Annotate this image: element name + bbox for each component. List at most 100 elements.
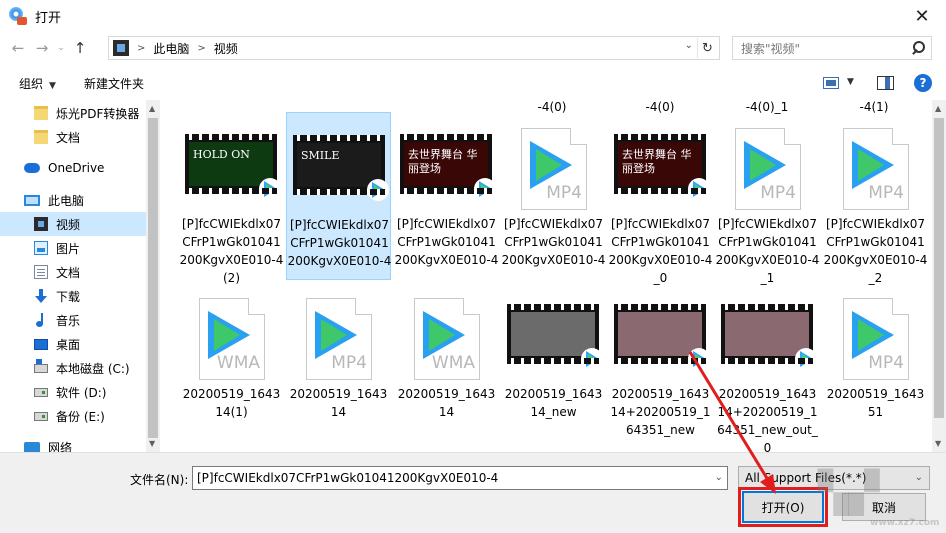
recent-dropdown-icon[interactable]: ⌄ [54, 36, 68, 60]
video-file-item[interactable]: 去世界舞台 华丽登场 [P]fcCWIEkdlx07CFrP1wGk0104120… [394, 112, 499, 280]
forward-arrow-icon[interactable]: → [30, 36, 54, 60]
breadcrumb-separator-icon[interactable]: > [197, 43, 205, 54]
organize-button[interactable]: 组织 ▼ [19, 75, 56, 92]
nav-item-onedrive[interactable]: OneDrive [0, 156, 146, 180]
nav-item-label: 桌面 [56, 337, 81, 352]
open-button[interactable]: 打开(O) [738, 487, 828, 527]
video-frame [725, 312, 809, 356]
scrollbar-thumb[interactable] [934, 118, 944, 418]
video-file-item[interactable]: 去世界舞台 华丽登场 [P]fcCWIEkdlx07CFrP1wGk0104120… [608, 112, 713, 285]
media-file-item[interactable]: MP4 20200519_164351 [823, 282, 928, 450]
nav-item-videos[interactable]: 视频 [0, 212, 146, 236]
file-thumbnail: MP4 [501, 112, 606, 212]
cancel-button[interactable]: 取消 [842, 493, 926, 521]
media-document-icon: WMA [199, 298, 265, 380]
file-name: 20200519_164314+20200519_164351_new_out_… [717, 387, 818, 452]
player-badge-icon [259, 178, 281, 200]
nav-item[interactable]: 烁光PDF转换器 [0, 101, 146, 125]
app-icon [9, 7, 27, 25]
video-file-item[interactable]: HOLD ON [P]fcCWIEkdlx07CFrP1wGk01041200Kg… [179, 112, 284, 285]
folder-icon [34, 106, 48, 120]
video-file-item[interactable]: 20200519_164314_new [501, 282, 606, 450]
scrollbar-thumb[interactable] [148, 118, 158, 438]
nav-item-drive-c[interactable]: 本地磁盘 (C:) [0, 356, 146, 380]
search-icon[interactable] [911, 41, 925, 55]
nav-item-drive-d[interactable]: 软件 (D:) [0, 380, 146, 404]
network-icon [24, 441, 40, 452]
nav-item-label: 本地磁盘 (C:) [56, 361, 130, 376]
filename-label: 文件名(N): [130, 473, 189, 487]
nav-item-downloads[interactable]: 下载 [0, 284, 146, 308]
view-mode-icon[interactable] [823, 77, 839, 89]
nav-item-label: 下载 [56, 289, 81, 304]
video-frame: HOLD ON [189, 142, 273, 186]
media-document-icon: MP4 [843, 128, 909, 210]
help-icon[interactable]: ? [914, 74, 932, 92]
folder-icon [34, 130, 48, 144]
file-name: [P]fcCWIEkdlx07CFrP1wGk01041200KgvX0E010… [608, 217, 713, 285]
file-extension-label: MP4 [760, 183, 796, 203]
media-document-icon: WMA [414, 298, 480, 380]
nav-item-this-pc[interactable]: 此电脑 [0, 188, 146, 212]
nav-item-documents[interactable]: 文档 [0, 260, 146, 284]
close-icon[interactable]: ✕ [912, 6, 932, 27]
video-frame [618, 312, 702, 356]
search-input[interactable]: 搜索"视频" [732, 36, 932, 60]
filmstrip-icon: HOLD ON [185, 134, 281, 200]
up-arrow-icon[interactable]: ↑ [68, 36, 92, 60]
chevron-down-icon[interactable]: ⌄ [915, 467, 923, 489]
back-arrow-icon[interactable]: ← [6, 36, 30, 60]
media-file-item[interactable]: MP4 [P]fcCWIEkdlx07CFrP1wGk01041200KgvX0E… [823, 112, 928, 285]
scroll-up-icon[interactable]: ▲ [149, 104, 155, 113]
refresh-icon[interactable]: ↻ [697, 38, 717, 58]
desktop-icon [34, 338, 48, 350]
nav-item[interactable]: 文档 [0, 125, 146, 149]
window-title: 打开 [35, 10, 62, 26]
file-thumbnail: MP4 [286, 282, 391, 382]
caret-down-icon[interactable]: ▼ [847, 77, 854, 87]
scroll-down-icon[interactable]: ▼ [935, 439, 941, 448]
file-extension-label: MP4 [546, 183, 582, 203]
media-file-item[interactable]: MP4 [P]fcCWIEkdlx07CFrP1wGk01041200KgvX0E… [715, 112, 820, 285]
breadcrumb-videos[interactable]: 视频 [214, 40, 238, 57]
nav-scrollbar[interactable]: ▲ ▼ [146, 100, 160, 452]
filmstrip-icon [721, 304, 817, 370]
video-frame: SMILE [297, 143, 381, 187]
file-thumbnail [608, 282, 713, 382]
breadcrumb-this-pc[interactable]: 此电脑 [153, 40, 189, 57]
file-extension-label: WMA [216, 353, 260, 373]
video-folder-icon [113, 40, 129, 56]
new-folder-button[interactable]: 新建文件夹 [84, 75, 144, 92]
nav-item-desktop[interactable]: 桌面 [0, 332, 146, 356]
media-file-item[interactable]: MP4 20200519_164314 [286, 282, 391, 450]
video-frame-text: 去世界舞台 华丽登场 [408, 148, 478, 175]
breadcrumb-separator-icon[interactable]: > [137, 43, 145, 54]
file-extension-label: WMA [431, 353, 475, 373]
video-file-item[interactable]: 20200519_164314+20200519_164351_new [608, 282, 713, 450]
scroll-up-icon[interactable]: ▲ [935, 104, 941, 113]
video-file-item[interactable]: 20200519_164314+20200519_164351_new_out_… [715, 282, 820, 452]
preview-pane-icon[interactable] [877, 76, 894, 90]
file-name: [P]fcCWIEkdlx07CFrP1wGk01041200KgvX0E010… [394, 217, 499, 267]
video-file-item[interactable]: SMILE [P]fcCWIEkdlx07CFrP1wGk01041200KgvX… [286, 112, 391, 280]
file-type-select[interactable]: All Support Files(*.*) ⌄ [738, 466, 930, 490]
bottom-bar: 文件名(N): [P]fcCWIEkdlx07CFrP1wGk01041200K… [0, 452, 946, 533]
media-file-item[interactable]: WMA 20200519_164314(1) [179, 282, 284, 450]
nav-item-music[interactable]: 音乐 [0, 308, 146, 332]
nav-item-network[interactable]: 网络 [0, 435, 146, 452]
search-placeholder: 搜索"视频" [741, 41, 801, 56]
media-file-item[interactable]: WMA 20200519_164314 [394, 282, 499, 450]
file-extension-label: MP4 [868, 353, 904, 373]
scroll-down-icon[interactable]: ▼ [149, 439, 155, 448]
filename-input[interactable]: [P]fcCWIEkdlx07CFrP1wGk01041200KgvX0E010… [192, 466, 728, 490]
media-file-item[interactable]: MP4 [P]fcCWIEkdlx07CFrP1wGk01041200KgvX0E… [501, 112, 606, 280]
file-name: [P]fcCWIEkdlx07CFrP1wGk01041200KgvX0E010… [823, 217, 928, 285]
chevron-down-icon[interactable]: ⌄ [685, 40, 693, 51]
nav-item-drive-e[interactable]: 备份 (E:) [0, 404, 146, 428]
file-scrollbar[interactable]: ▲ ▼ [932, 100, 946, 452]
organize-label: 组织 [19, 76, 44, 91]
video-icon [34, 217, 48, 231]
nav-item-pictures[interactable]: 图片 [0, 236, 146, 260]
chevron-down-icon[interactable]: ⌄ [715, 467, 723, 489]
address-bar[interactable]: > 此电脑 > 视频 ⌄ ↻ [108, 36, 720, 60]
